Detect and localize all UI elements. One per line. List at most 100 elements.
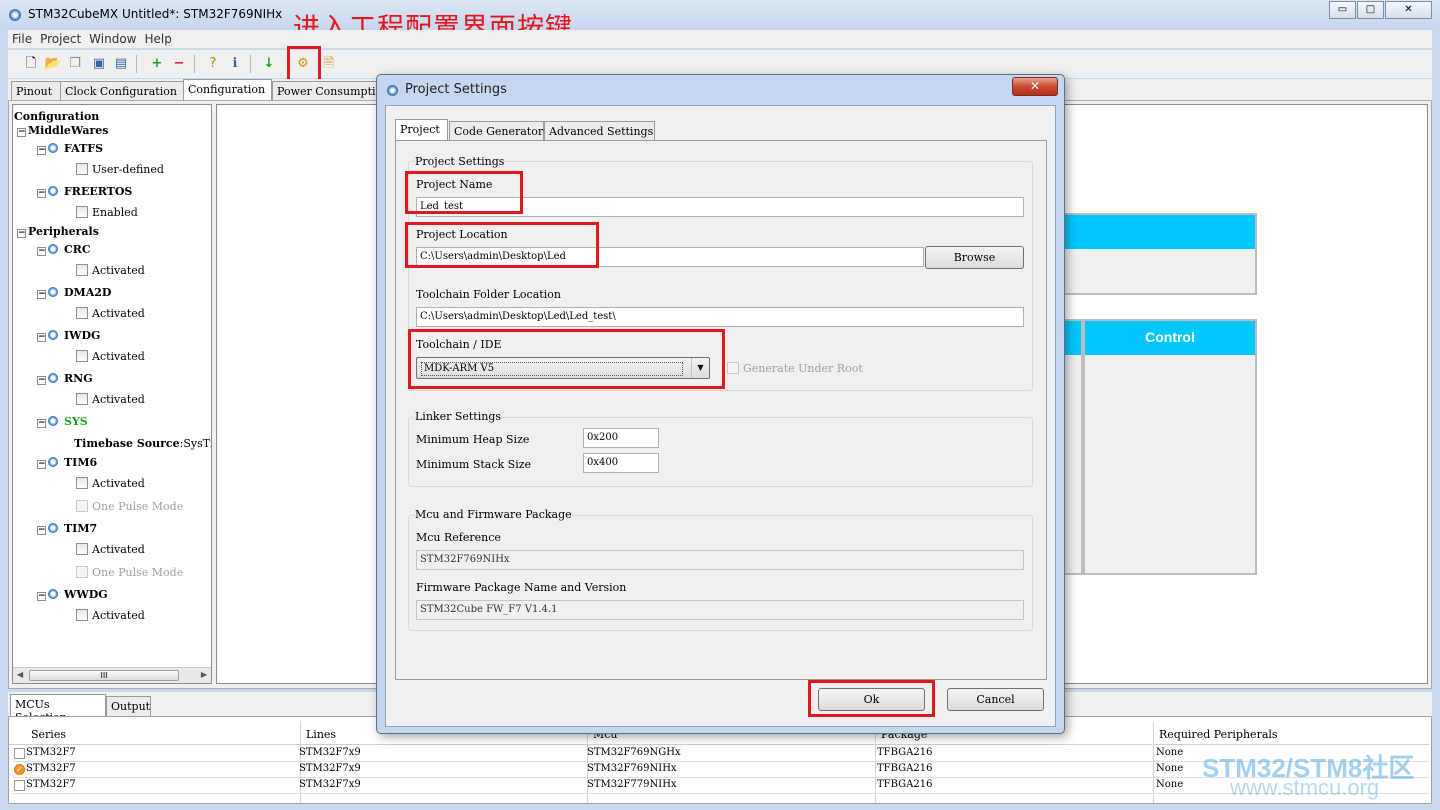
close-button[interactable]: ✕ (1385, 1, 1432, 19)
tree-item-crc[interactable]: − CRC (37, 243, 91, 256)
mcu-reference-label: Mcu Reference (416, 531, 501, 544)
scroll-left-icon[interactable]: ◀ (17, 670, 23, 679)
tim6-activated[interactable]: Activated (76, 477, 145, 490)
checkbox-icon[interactable] (76, 393, 88, 405)
collapse-icon[interactable]: − (37, 146, 46, 155)
tree-horizontal-scrollbar[interactable]: ◀ III ▶ (13, 667, 211, 683)
report-icon[interactable]: 🗎 (320, 55, 338, 73)
sys-timebase-source[interactable]: Timebase Source:SysTick (74, 437, 211, 450)
tab-project[interactable]: Project (395, 119, 448, 140)
tab-pinout[interactable]: Pinout (11, 81, 61, 100)
checkbox-icon[interactable] (76, 307, 88, 319)
minimize-button[interactable]: ▭ (1329, 1, 1356, 19)
tree-item-fatfs[interactable]: − FATFS (37, 142, 103, 155)
collapse-icon[interactable]: − (37, 526, 46, 535)
tab-configuration[interactable]: Configuration (183, 79, 272, 100)
collapse-icon[interactable]: − (37, 290, 46, 299)
min-stack-input[interactable]: 0x400 (583, 453, 659, 473)
checkbox-icon[interactable] (76, 350, 88, 362)
collapse-icon[interactable]: − (17, 229, 26, 238)
collapse-icon[interactable]: − (17, 128, 26, 137)
tab-power-consumption[interactable]: Power Consumption Calculator (272, 81, 382, 100)
control-block[interactable]: Control (1083, 319, 1257, 575)
config-block-top[interactable] (1047, 213, 1257, 295)
tree-item-tim6[interactable]: − TIM6 (37, 456, 97, 469)
row-checkbox-icon[interactable] (14, 748, 25, 759)
checkbox-icon[interactable] (76, 477, 88, 489)
toolchain-folder-label: Toolchain Folder Location (416, 288, 561, 301)
col-series[interactable]: Series (27, 725, 70, 745)
tab-clock-configuration[interactable]: Clock Configuration (60, 81, 184, 100)
row-checkbox-icon[interactable] (14, 780, 25, 791)
dialog-app-icon (387, 85, 398, 96)
linker-settings-group (408, 417, 1033, 487)
generate-code-icon[interactable]: ↓ (260, 55, 278, 73)
firmware-package-field: STM32Cube FW_F7 V1.4.1 (416, 600, 1024, 620)
about-icon[interactable]: ℹ (226, 55, 244, 73)
checkbox-icon[interactable] (76, 163, 88, 175)
min-stack-label: Minimum Stack Size (416, 458, 532, 471)
col-required-peripherals[interactable]: Required Peripherals (1155, 725, 1282, 745)
checkbox-icon[interactable] (76, 609, 88, 621)
collapse-icon[interactable]: − (37, 333, 46, 342)
checkbox-icon (727, 362, 739, 374)
open-folder-icon[interactable]: 📂 (44, 55, 62, 73)
tab-output[interactable]: Output (106, 696, 151, 716)
selected-row-check-icon[interactable]: ✓ (14, 764, 25, 775)
tree-peripherals[interactable]: − Peripherals (17, 225, 99, 238)
rng-activated[interactable]: Activated (76, 393, 145, 406)
tree-item-iwdg[interactable]: − IWDG (37, 329, 100, 342)
min-heap-input[interactable]: 0x200 (583, 428, 659, 448)
crc-activated[interactable]: Activated (76, 264, 145, 277)
tree-item-sys[interactable]: − SYS (37, 415, 88, 428)
help-icon[interactable]: ? (204, 55, 222, 73)
tree-item-tim7[interactable]: − TIM7 (37, 522, 97, 535)
tree-item-wwdg[interactable]: − WWDG (37, 588, 108, 601)
save-icon[interactable]: ▣ (90, 55, 108, 73)
freertos-enabled[interactable]: Enabled (76, 206, 138, 219)
tab-code-generator[interactable]: Code Generator (449, 121, 544, 140)
iwdg-activated[interactable]: Activated (76, 350, 145, 363)
dialog-close-button[interactable]: ✕ (1012, 77, 1058, 96)
collapse-icon[interactable]: − (37, 592, 46, 601)
dialog-title: Project Settings (405, 82, 507, 97)
tree-item-freertos[interactable]: − FREERTOS (37, 185, 132, 198)
collapse-icon[interactable]: − (37, 460, 46, 469)
toolchain-folder-input[interactable]: C:\Users\admin\Desktop\Led\Led_test\ (416, 307, 1024, 327)
menu-file[interactable]: File (8, 30, 36, 48)
tree-item-rng[interactable]: − RNG (37, 372, 93, 385)
menu-project[interactable]: Project (36, 30, 85, 48)
fatfs-user-defined[interactable]: User-defined (76, 163, 164, 176)
save-as-icon[interactable]: ▤ (112, 55, 130, 73)
wwdg-activated[interactable]: Activated (76, 609, 145, 622)
gear-icon (48, 523, 58, 533)
annotation-box-toolchain-ide (408, 329, 725, 389)
checkbox-icon (76, 500, 88, 512)
maximize-button[interactable]: □ (1357, 1, 1384, 19)
dma2d-activated[interactable]: Activated (76, 307, 145, 320)
collapse-icon[interactable]: − (37, 376, 46, 385)
add-icon[interactable]: + (148, 55, 166, 73)
copy-icon[interactable]: ❐ (66, 55, 84, 73)
col-lines[interactable]: Lines (302, 725, 340, 745)
collapse-icon[interactable]: − (37, 247, 46, 256)
checkbox-icon[interactable] (76, 543, 88, 555)
checkbox-icon[interactable] (76, 206, 88, 218)
scroll-right-icon[interactable]: ▶ (201, 670, 207, 679)
gear-icon (48, 143, 58, 153)
collapse-icon[interactable]: − (37, 419, 46, 428)
menu-help[interactable]: Help (140, 30, 175, 48)
remove-icon[interactable]: − (170, 55, 188, 73)
tree-middlewares[interactable]: − MiddleWares (17, 124, 108, 137)
tim7-activated[interactable]: Activated (76, 543, 145, 556)
tab-advanced-settings[interactable]: Advanced Settings (544, 121, 655, 140)
new-project-icon[interactable]: 🗋 (22, 55, 40, 73)
tab-mcus-selection[interactable]: MCUs Selection (10, 694, 106, 724)
tree-item-dma2d[interactable]: − DMA2D (37, 286, 111, 299)
browse-button[interactable]: Browse (925, 246, 1024, 269)
cancel-button[interactable]: Cancel (947, 688, 1044, 711)
menu-window[interactable]: Window (85, 30, 140, 48)
collapse-icon[interactable]: − (37, 189, 46, 198)
checkbox-icon[interactable] (76, 264, 88, 276)
scroll-thumb[interactable]: III (29, 670, 179, 681)
